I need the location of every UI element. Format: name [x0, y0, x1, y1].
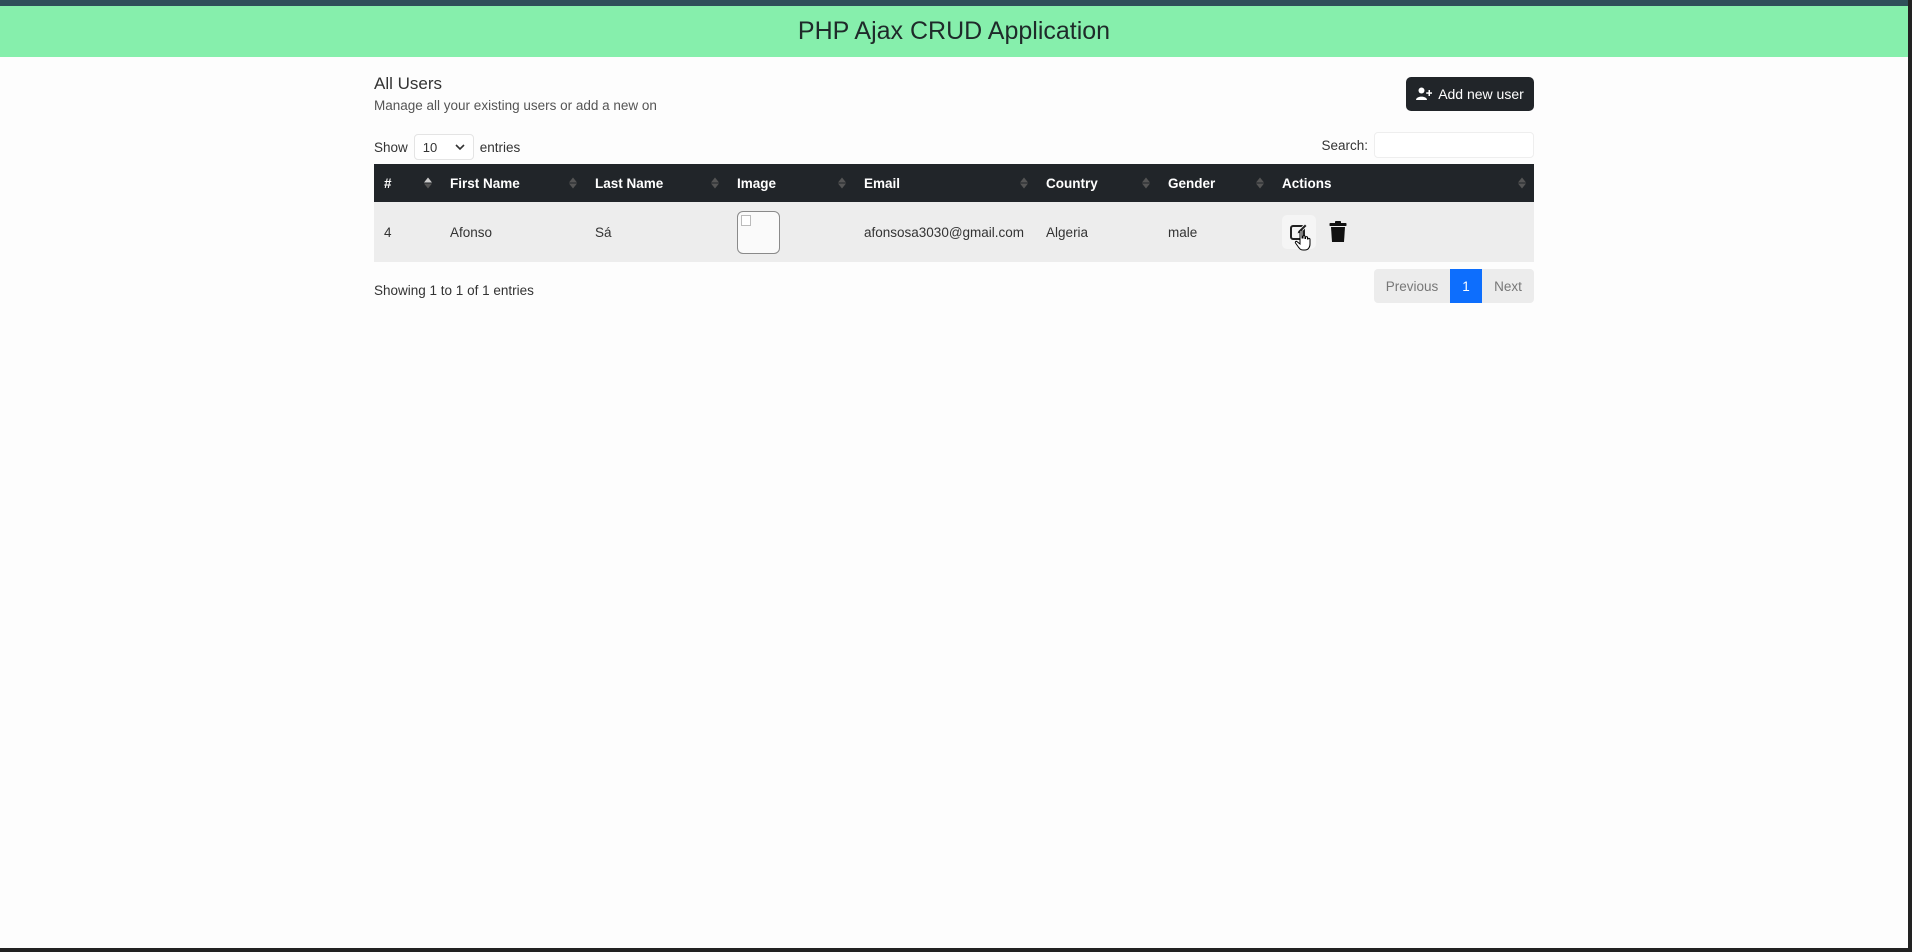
next-page-button[interactable]: Next — [1482, 269, 1534, 303]
column-header-label: First Name — [450, 175, 520, 191]
page-1-button[interactable]: 1 — [1450, 269, 1482, 303]
sort-icon — [711, 177, 719, 189]
column-header-label: Actions — [1282, 175, 1332, 191]
column-header-label: Country — [1046, 175, 1098, 191]
column-header-first-name[interactable]: First Name — [440, 164, 585, 202]
app-title: PHP Ajax CRUD Application — [797, 17, 1111, 45]
entries-length-control: Show 10 entries — [374, 134, 520, 160]
entries-select[interactable]: 10 — [413, 134, 474, 160]
column-header-label: Last Name — [595, 175, 664, 191]
page-title: All Users — [374, 74, 443, 93]
column-header-label: Email — [864, 175, 901, 191]
hand-cursor-icon — [1294, 229, 1311, 251]
edit-button[interactable] — [1282, 215, 1317, 251]
pagination: Previous 1 Next — [1374, 269, 1534, 303]
cell-id: 4 — [384, 224, 392, 240]
sort-icon — [1518, 177, 1526, 189]
column-header-label: Gender — [1168, 175, 1216, 191]
search-label: Search: — [1321, 137, 1368, 153]
cell-last-name: Sá — [595, 224, 612, 240]
search-control: Search: — [1321, 132, 1534, 158]
column-header-last-name[interactable]: Last Name — [585, 164, 727, 202]
page-subtitle: Manage all your existing users or add a … — [374, 98, 657, 113]
add-new-user-label: Add new user — [1438, 86, 1524, 102]
search-input[interactable] — [1374, 132, 1534, 158]
sort-icon — [569, 177, 577, 189]
cell-gender: male — [1168, 224, 1198, 240]
user-image-broken — [737, 210, 780, 254]
table-header: # First Name Last Name Image Email Count… — [374, 164, 1534, 202]
sort-icon — [1142, 177, 1151, 189]
sort-icon — [838, 177, 846, 189]
column-header-label: Image — [737, 175, 777, 191]
cell-actions — [1272, 202, 1534, 262]
cell-first-name: Afonso — [450, 224, 493, 240]
column-header-label: # — [384, 175, 392, 191]
cell-image — [727, 202, 854, 262]
user-plus-icon — [1416, 87, 1433, 100]
app-window: PHP Ajax CRUD Application All Users Mana… — [0, 0, 1908, 948]
add-new-user-button[interactable]: Add new user — [1406, 77, 1534, 111]
app-header: PHP Ajax CRUD Application — [0, 6, 1908, 57]
table-header-row: # First Name Last Name Image Email Count… — [374, 164, 1534, 202]
table-info: Showing 1 to 1 of 1 entries — [374, 283, 534, 298]
previous-page-button[interactable]: Previous — [1374, 269, 1450, 303]
chevron-down-icon — [455, 143, 465, 150]
column-header-id[interactable]: # — [374, 164, 440, 202]
table-row: 4 Afonso Sá afonsosa3030@gmail.com Alger… — [374, 202, 1534, 262]
table-body: 4 Afonso Sá afonsosa3030@gmail.com Alger… — [374, 202, 1534, 262]
cell-email: afonsosa3030@gmail.com — [864, 224, 1025, 240]
users-table: # First Name Last Name Image Email Count… — [374, 164, 1534, 262]
column-header-country[interactable]: Country — [1036, 164, 1158, 202]
cell-country: Algeria — [1046, 224, 1089, 240]
sort-icon — [424, 177, 432, 189]
column-header-image[interactable]: Image — [727, 164, 854, 202]
sort-icon — [1020, 177, 1029, 189]
trash-icon — [1329, 221, 1347, 242]
entries-label: entries — [479, 139, 521, 155]
column-header-email[interactable]: Email — [854, 164, 1036, 202]
show-label: Show — [374, 139, 408, 155]
column-header-gender[interactable]: Gender — [1158, 164, 1272, 202]
entries-select-value: 10 — [422, 139, 438, 155]
column-header-actions[interactable]: Actions — [1272, 164, 1534, 202]
delete-button[interactable] — [1326, 217, 1350, 247]
sort-icon — [1256, 177, 1265, 189]
row-actions — [1282, 215, 1522, 251]
